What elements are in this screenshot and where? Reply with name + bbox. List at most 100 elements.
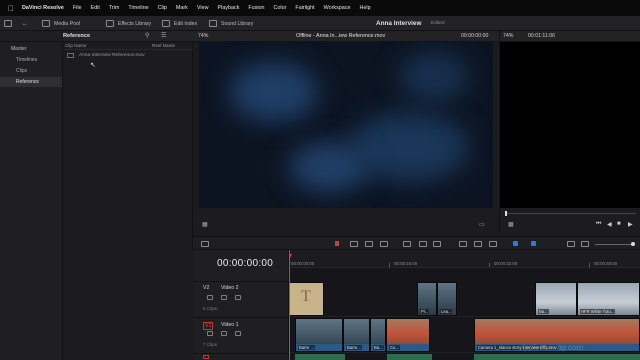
- timeline-timecode[interactable]: 00:00:00:00: [217, 258, 273, 269]
- timeline-viewer-frame[interactable]: [499, 42, 640, 208]
- sidebar-item-master[interactable]: Master: [0, 44, 62, 54]
- audio-clip[interactable]: [474, 354, 640, 360]
- track-tag[interactable]: V1: [203, 322, 214, 330]
- viewer-noise: [399, 52, 469, 102]
- media-pool-label: Media Pool: [54, 20, 80, 27]
- flag-icon[interactable]: [513, 241, 518, 246]
- edit-index-button[interactable]: Edit Index: [162, 18, 197, 29]
- menu-help[interactable]: Help: [359, 5, 370, 11]
- sidebar-item-reference[interactable]: Reference: [0, 77, 62, 87]
- track-name[interactable]: Video 1: [221, 322, 239, 328]
- timeline-clip[interactable]: HFR White Tutu...: [577, 282, 640, 316]
- timeline-clip[interactable]: Barre...: [343, 318, 370, 352]
- sidebar-item-clips[interactable]: Clips: [0, 66, 62, 76]
- track-tag[interactable]: V2: [203, 285, 209, 291]
- timeline-ruler[interactable]: 00:00:00:00 00:00:16:00 00:00:32:00 00:0…: [289, 250, 640, 268]
- zoom-full-icon[interactable]: [567, 241, 575, 247]
- menu-app-davinci-resolve[interactable]: DaVinci Resolve: [22, 5, 64, 11]
- expand-icon[interactable]: ↔: [22, 18, 27, 29]
- effects-library-button[interactable]: Effects Library: [106, 18, 151, 29]
- zoom-detail-icon[interactable]: [581, 241, 589, 247]
- overwrite-clip-icon[interactable]: [419, 241, 427, 247]
- list-view-icon[interactable]: ☰: [161, 32, 166, 39]
- timeline-clip[interactable]: Pr...: [417, 282, 437, 316]
- zoom-slider-handle[interactable]: [631, 242, 635, 246]
- track-header-v1: V1 Video 1 7 Clips: [193, 317, 289, 353]
- playhead[interactable]: [289, 250, 292, 360]
- playhead-cap[interactable]: [289, 254, 292, 260]
- menu-workspace[interactable]: Workspace: [324, 5, 351, 11]
- media-pool-button[interactable]: Media Pool: [42, 18, 80, 29]
- audio-clip[interactable]: [295, 354, 345, 360]
- scrubber-track[interactable]: [506, 213, 636, 214]
- linked-selection-icon[interactable]: [474, 241, 482, 247]
- menu-playback[interactable]: Playback: [217, 5, 239, 11]
- timeline-clip[interactable]: Ba...: [370, 318, 386, 352]
- effects-library-icon: [106, 20, 114, 27]
- lock-track-icon[interactable]: [207, 331, 213, 336]
- trim-tool-icon[interactable]: [350, 241, 358, 247]
- viewer-options-icon[interactable]: ▦: [202, 221, 208, 228]
- position-lock-icon[interactable]: [489, 241, 497, 247]
- menu-fairlight[interactable]: Fairlight: [295, 5, 314, 11]
- snapping-icon[interactable]: [459, 241, 467, 247]
- menu-mark[interactable]: Mark: [176, 5, 188, 11]
- menu-timeline[interactable]: Timeline: [128, 5, 148, 11]
- replace-clip-icon[interactable]: [433, 241, 441, 247]
- skip-back-icon[interactable]: ⏮: [596, 221, 601, 228]
- auto-select-icon[interactable]: [221, 295, 227, 300]
- menu-color[interactable]: Color: [274, 5, 287, 11]
- scrubber-handle[interactable]: [505, 211, 507, 216]
- timeline-view-options-icon[interactable]: [201, 241, 209, 247]
- sidebar-item-timelines[interactable]: Timelines: [0, 55, 62, 65]
- timeline-clip[interactable]: Cu...: [386, 318, 430, 352]
- disable-track-icon[interactable]: [235, 331, 241, 336]
- column-clip-name[interactable]: Clip Name: [65, 43, 86, 48]
- audio-track-tag[interactable]: [203, 355, 209, 359]
- play-icon[interactable]: ▶: [628, 221, 633, 228]
- source-zoom[interactable]: 74%: [198, 33, 208, 39]
- insert-clip-icon[interactable]: [403, 241, 411, 247]
- menu-edit[interactable]: Edit: [91, 5, 100, 11]
- marker-icon[interactable]: [531, 241, 536, 246]
- media-pool-columns: Clip Name Reel Name: [63, 42, 193, 50]
- lock-track-icon[interactable]: [207, 295, 213, 300]
- track-name[interactable]: Video 2: [221, 285, 239, 291]
- timeline-area[interactable]: 00:00:00:00 00:00:16:00 00:00:32:00 00:0…: [289, 250, 640, 360]
- source-viewer-frame[interactable]: [199, 42, 493, 208]
- sound-library-button[interactable]: Sound Library: [209, 18, 253, 29]
- ruler-label: 00:00:48:00: [594, 261, 618, 266]
- layout-toggle-button[interactable]: [4, 18, 16, 29]
- menu-file[interactable]: File: [73, 5, 82, 11]
- search-icon[interactable]: ⚲: [145, 32, 149, 39]
- menu-fusion[interactable]: Fusion: [248, 5, 264, 11]
- source-mode-icon[interactable]: ▭: [479, 221, 485, 228]
- apple-menu-icon[interactable]: : [8, 4, 14, 13]
- effects-library-label: Effects Library: [118, 20, 152, 27]
- play-reverse-icon[interactable]: ◀: [607, 221, 612, 228]
- source-viewer-header: 74% Offline - Anna In...iew Reference.mo…: [193, 31, 499, 42]
- selection-tool-icon[interactable]: [335, 241, 339, 246]
- dynamic-trim-icon[interactable]: [365, 241, 373, 247]
- record-zoom[interactable]: 74%: [503, 33, 513, 39]
- stop-icon[interactable]: ■: [617, 221, 621, 227]
- viewer-noise: [229, 62, 319, 122]
- ruler-label: 00:00:32:00: [494, 261, 518, 266]
- column-reel-name[interactable]: Reel Name: [152, 43, 175, 48]
- mouse-cursor-icon: ↖: [90, 62, 96, 69]
- menu-clip[interactable]: Clip: [158, 5, 167, 11]
- auto-select-icon[interactable]: [221, 331, 227, 336]
- blade-tool-icon[interactable]: [380, 241, 388, 247]
- timeline-clip[interactable]: Barre ...: [295, 318, 343, 352]
- timeline-clip[interactable]: Lea...: [437, 282, 457, 316]
- zoom-slider[interactable]: [595, 244, 631, 245]
- title-clip[interactable]: T: [289, 282, 324, 316]
- audio-clip[interactable]: [387, 354, 432, 360]
- list-item[interactable]: Anna Interview Reference.mov: [63, 51, 193, 60]
- menu-trim[interactable]: Trim: [109, 5, 120, 11]
- menu-view[interactable]: View: [197, 5, 209, 11]
- timeline-clip[interactable]: Ba...: [535, 282, 577, 316]
- track-header-panel: 00:00:00:00 V2 Video 2 5 Clips V1 Video …: [193, 250, 289, 360]
- viewer-options-icon[interactable]: ▦: [508, 221, 514, 228]
- disable-track-icon[interactable]: [235, 295, 241, 300]
